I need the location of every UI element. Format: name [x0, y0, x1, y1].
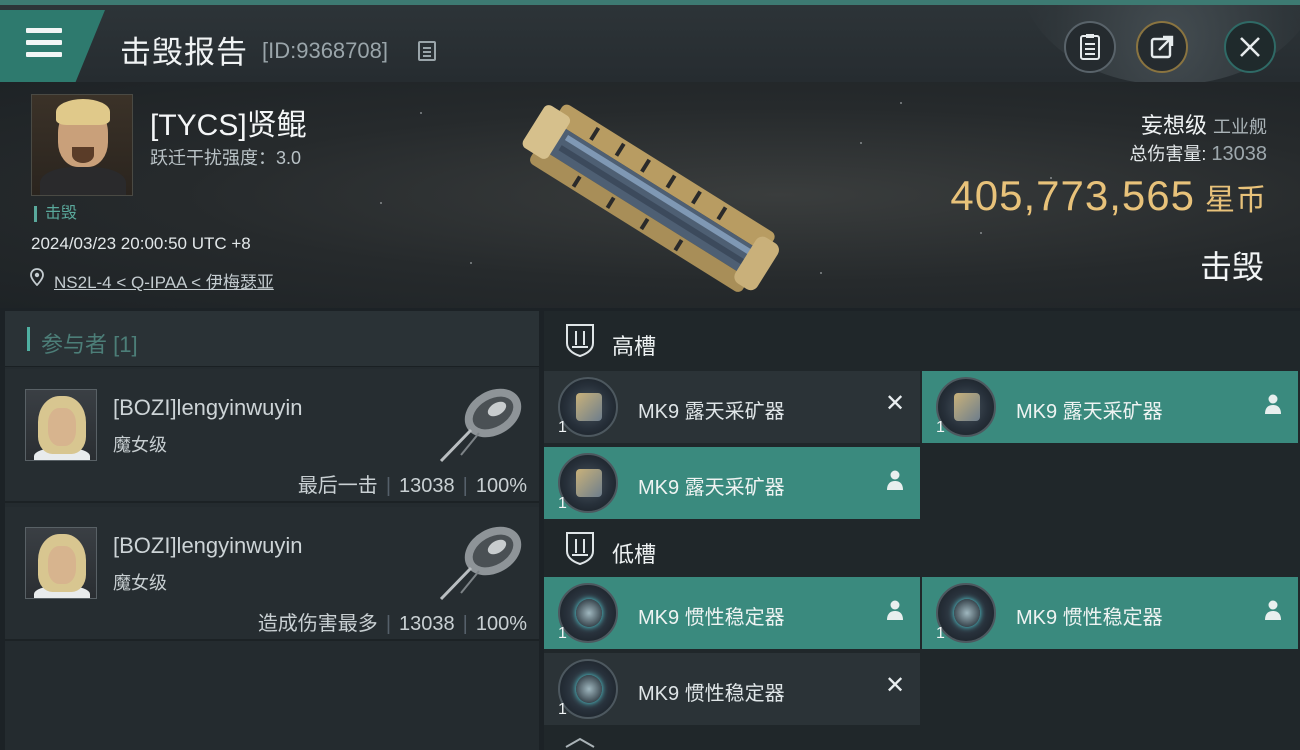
inertial-stabilizer-icon [558, 659, 618, 719]
shield-slot-icon [566, 532, 594, 565]
attacker-ship-image[interactable] [431, 375, 531, 465]
fitting-item-low-1[interactable]: 1 MK9 惯性稳定器 [544, 577, 920, 649]
top-bar: 击毁报告 [ID:9368708] [0, 0, 1300, 85]
attacker-ship: 魔女级 [113, 435, 167, 455]
victim-ship-image[interactable] [510, 94, 800, 294]
ship-type: 工业舰 [1213, 117, 1267, 137]
attacker-role: 造成伤害最多 [257, 613, 378, 635]
fitting-item-low-2[interactable]: 1 MK9 惯性稳定器 [922, 577, 1298, 649]
victim-ship-class: 妄想级 工业舰 [1141, 108, 1267, 140]
mining-laser-icon [936, 377, 996, 437]
attacker-percent: 100% [475, 613, 527, 635]
high-slot-label: 高槽 [612, 334, 657, 359]
item-name: MK9 露天采矿器 [638, 477, 785, 499]
attacker-row[interactable]: [BOZI]lengyinwuyin 魔女级 最后一击 | 13038 | 100% [5, 369, 539, 503]
total-damage-value: 13038 [1211, 143, 1267, 165]
close-icon [1240, 37, 1260, 57]
menu-button[interactable] [0, 10, 105, 82]
item-quantity: 1 [936, 625, 945, 642]
person-icon [882, 597, 908, 623]
attacker-ship: 魔女级 [113, 573, 167, 593]
item-quantity: 1 [936, 419, 945, 436]
fitting-item-low-3[interactable]: 1 MK9 惯性稳定器 ✕ [544, 653, 920, 725]
page-title: 击毁报告 [120, 35, 248, 70]
attacker-name[interactable]: [BOZI]lengyinwuyin [113, 395, 303, 421]
attacker-role: 最后一击 [297, 475, 378, 497]
fitting-item-high-1[interactable]: 1 MK9 露天采矿器 ✕ [544, 371, 920, 443]
kill-status: 击毁 [1199, 249, 1264, 285]
victim-avatar[interactable] [31, 94, 133, 196]
attacker-stats: 造成伤害最多 | 13038 | 100% [257, 613, 527, 635]
item-quantity: 1 [558, 625, 567, 642]
attacker-damage: 13038 [399, 613, 455, 635]
kill-datetime: 2024/03/23 20:00:50 UTC +8 [31, 234, 251, 253]
menu-icon [26, 28, 62, 64]
attacker-stats: 最后一击 | 13038 | 100% [297, 475, 527, 497]
low-slot-header: 低槽 [544, 519, 1300, 579]
fitting-item-high-2[interactable]: 1 MK9 露天采矿器 [922, 371, 1298, 443]
fitting-panel: 高槽 1 MK9 露天采矿器 ✕ 1 MK9 露天采矿器 1 MK9 露天采矿器… [544, 311, 1300, 750]
isk-amount: 405,773,565 [950, 172, 1195, 219]
shield-slot-icon [566, 324, 594, 357]
fitting-item-high-3[interactable]: 1 MK9 露天采矿器 [544, 447, 920, 519]
location-pin-icon [30, 268, 44, 286]
attacker-avatar[interactable] [25, 527, 97, 599]
item-name: MK9 露天采矿器 [638, 401, 785, 423]
mining-laser-icon [558, 453, 618, 513]
kill-tag: 击毁 [34, 206, 77, 222]
item-quantity: 1 [558, 419, 567, 436]
item-name: MK9 露天采矿器 [1016, 401, 1163, 423]
isk-unit: 星币 [1205, 184, 1267, 217]
item-name: MK9 惯性稳定器 [1016, 607, 1163, 629]
total-damage: 总伤害量: 13038 [1129, 140, 1267, 166]
person-icon [1260, 597, 1286, 623]
high-slot-header: 高槽 [544, 311, 1300, 371]
isk-value: 405,773,565 星币 [950, 172, 1267, 220]
item-quantity: 1 [558, 701, 567, 718]
shield-slot-icon [565, 737, 595, 748]
person-icon [882, 467, 908, 493]
participants-header[interactable]: 参与者 [1] [5, 311, 539, 367]
kill-location-link[interactable]: NS2L-4 < Q-IPAA < 伊梅瑟亚 [54, 268, 274, 293]
mining-laser-icon [558, 377, 618, 437]
x-icon: ✕ [884, 390, 906, 417]
item-name: MK9 惯性稳定器 [638, 683, 785, 705]
total-damage-label: 总伤害量: [1129, 144, 1207, 164]
share-icon [1150, 35, 1174, 59]
kill-id: [ID:9368708] [262, 38, 388, 63]
report-icon [1080, 34, 1100, 60]
attacker-damage: 13038 [399, 475, 455, 497]
x-icon: ✕ [884, 672, 906, 699]
inertial-stabilizer-icon [936, 583, 996, 643]
attacker-avatar[interactable] [25, 389, 97, 461]
report-button[interactable] [1064, 21, 1116, 73]
attacker-ship-image[interactable] [431, 513, 531, 603]
inertial-stabilizer-icon [558, 583, 618, 643]
participants-title: 参与者 [1] [41, 332, 138, 357]
item-quantity: 1 [558, 495, 567, 512]
share-button[interactable] [1136, 21, 1188, 73]
warp-scramble-strength: 跃迁干扰强度：3.0 [150, 148, 302, 168]
victim-name[interactable]: [TYCS]贤鲲 [150, 100, 307, 144]
attacker-name[interactable]: [BOZI]lengyinwuyin [113, 533, 303, 559]
ship-class-name: 妄想级 [1140, 113, 1207, 138]
participants-panel: 参与者 [1] [BOZI]lengyinwuyin 魔女级 最后一击 | 1303… [5, 311, 539, 750]
close-button[interactable] [1224, 21, 1276, 73]
item-name: MK9 惯性稳定器 [638, 607, 785, 629]
victim-summary: [TYCS]贤鲲 跃迁干扰强度：3.0 击毁 2024/03/23 20:00:… [0, 82, 1300, 308]
attacker-row[interactable]: [BOZI]lengyinwuyin 魔女级 造成伤害最多 | 13038 | 100% [5, 507, 539, 641]
low-slot-label: 低槽 [612, 542, 657, 567]
attacker-percent: 100% [475, 475, 527, 497]
copy-icon[interactable] [418, 41, 436, 61]
person-icon [1260, 391, 1286, 417]
